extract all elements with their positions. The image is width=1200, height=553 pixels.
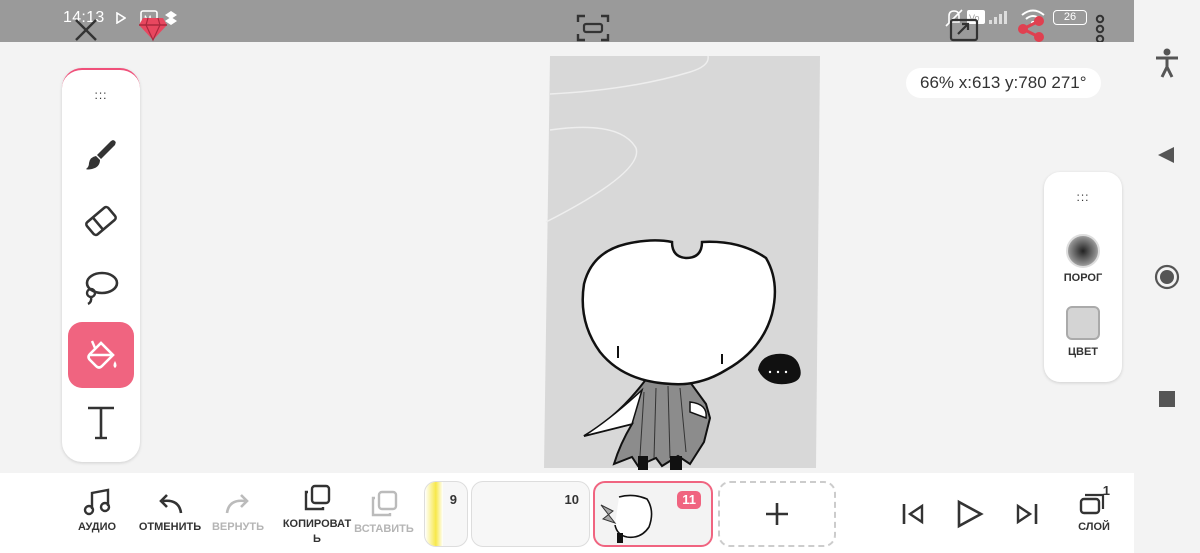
paint-bucket-icon bbox=[87, 340, 117, 369]
battery-indicator: 26 bbox=[1053, 10, 1087, 25]
undo-button[interactable]: ОТМЕНИТЬ bbox=[138, 473, 202, 553]
close-icon[interactable] bbox=[72, 16, 100, 44]
frame-number: 9 bbox=[449, 492, 457, 507]
drawing-canvas[interactable] bbox=[540, 52, 825, 474]
add-frame-button[interactable] bbox=[718, 481, 836, 547]
undo-label: ОТМЕНИТЬ bbox=[138, 521, 202, 533]
copy-button[interactable]: КОПИРОВАТ Ь bbox=[282, 473, 352, 553]
last-frame-icon[interactable] bbox=[1014, 501, 1040, 527]
layers-label: СЛОЙ bbox=[1078, 521, 1110, 533]
timeline-bar: АУДИО ОТМЕНИТЬ ВЕРНУТЬ КОПИРОВАТ Ь ВСТАВ… bbox=[0, 473, 1134, 553]
redo-label: ВЕРНУТЬ bbox=[211, 521, 265, 533]
redo-icon bbox=[225, 494, 249, 514]
audio-label: АУДИО bbox=[77, 521, 117, 533]
drag-handle-icon[interactable]: ::: bbox=[62, 88, 140, 102]
back-icon[interactable] bbox=[1156, 145, 1176, 165]
layer-count: 1 bbox=[1102, 483, 1110, 498]
frame-preview bbox=[600, 494, 653, 543]
fill-options-panel: ::: ПОРОГ ЦВЕТ bbox=[1044, 172, 1122, 382]
music-note-icon bbox=[83, 488, 111, 516]
copy-label: КОПИРОВАТ Ь bbox=[282, 518, 352, 545]
recents-icon[interactable] bbox=[1158, 390, 1176, 408]
ellipsis-dot bbox=[768, 370, 772, 374]
fill-color-swatch[interactable] bbox=[1066, 306, 1100, 340]
share-icon[interactable] bbox=[1016, 16, 1046, 42]
copy-icon bbox=[304, 484, 331, 511]
frame-thumbnail-current[interactable]: 11 bbox=[593, 481, 713, 547]
tool-palette: ::: bbox=[62, 68, 140, 462]
accessibility-icon[interactable] bbox=[1154, 48, 1180, 78]
frame-number: 10 bbox=[564, 492, 579, 507]
frame-thumbnail[interactable]: 10 bbox=[471, 481, 590, 547]
premium-gem-icon[interactable] bbox=[138, 14, 168, 42]
fullscreen-icon[interactable] bbox=[576, 14, 610, 42]
audio-button[interactable]: АУДИО bbox=[74, 473, 120, 553]
status-bar: 14:13 M Vo 26 bbox=[0, 0, 1134, 44]
tool-lasso[interactable] bbox=[68, 254, 134, 320]
drag-handle-icon[interactable]: ::: bbox=[1044, 190, 1122, 204]
undo-icon bbox=[159, 494, 183, 514]
home-icon[interactable] bbox=[1154, 264, 1180, 290]
tool-eraser[interactable] bbox=[68, 188, 134, 254]
more-vertical-icon[interactable] bbox=[1094, 14, 1106, 44]
play-icon[interactable] bbox=[954, 499, 984, 529]
tool-text[interactable] bbox=[68, 390, 134, 456]
color-label: ЦВЕТ bbox=[1067, 346, 1099, 358]
paste-label: ВСТАВИТЬ bbox=[354, 523, 414, 535]
paste-icon bbox=[371, 490, 398, 517]
play-status-icon bbox=[116, 12, 126, 24]
brush-icon bbox=[86, 140, 116, 170]
redo-button[interactable]: ВЕРНУТЬ bbox=[210, 473, 266, 553]
text-icon bbox=[88, 406, 114, 440]
ellipsis-dot bbox=[784, 370, 788, 374]
paste-button[interactable]: ВСТАВИТЬ bbox=[354, 473, 414, 553]
tool-brush[interactable] bbox=[68, 122, 134, 188]
frame-preview bbox=[425, 482, 443, 546]
frame-thumbnail[interactable]: 9 bbox=[424, 481, 468, 547]
lasso-icon bbox=[85, 271, 119, 306]
first-frame-icon[interactable] bbox=[900, 501, 926, 527]
eraser-icon bbox=[85, 205, 117, 237]
layers-button[interactable]: 1 СЛОЙ bbox=[1074, 473, 1114, 553]
signal-status-icon bbox=[989, 11, 1007, 24]
export-icon[interactable] bbox=[948, 14, 980, 42]
frame-number: 11 bbox=[677, 491, 701, 509]
threshold-control[interactable] bbox=[1066, 234, 1100, 268]
character-leg bbox=[638, 456, 648, 470]
plus-icon bbox=[766, 503, 788, 525]
threshold-label: ПОРОГ bbox=[1063, 272, 1103, 284]
canvas-info-readout: 66% x:613 y:780 271° bbox=[906, 68, 1101, 98]
ellipsis-dot bbox=[776, 370, 780, 374]
tool-fill[interactable] bbox=[68, 322, 134, 388]
system-nav-bar bbox=[1134, 0, 1200, 553]
character-leg bbox=[670, 456, 682, 470]
